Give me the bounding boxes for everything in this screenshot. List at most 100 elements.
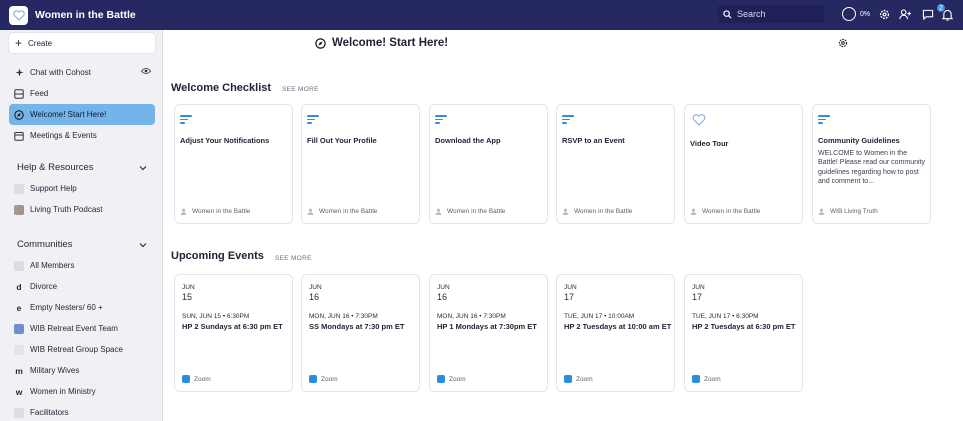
- event-card[interactable]: JUN 17 TUE, JUN 17 • 6:30PM HP 2 Tuesday…: [684, 274, 803, 392]
- main-content: Welcome! Start Here! Welcome Checklist S…: [163, 30, 963, 421]
- zoom-icon: [564, 375, 572, 383]
- sidebar-item-support-help[interactable]: Support Help: [9, 178, 155, 199]
- card-author-name: Women in the Battle: [574, 208, 633, 215]
- event-day: 15: [182, 292, 193, 302]
- zoom-icon: [309, 375, 317, 383]
- card-author: Women in the Battle: [435, 208, 505, 215]
- event-day: 17: [692, 292, 703, 302]
- sidebar-item-living-truth-podcast[interactable]: Living Truth Podcast: [9, 199, 155, 220]
- community-logo[interactable]: [9, 5, 28, 25]
- sidebar-item-welcome[interactable]: Welcome! Start Here!: [9, 104, 155, 125]
- person-icon: [562, 208, 569, 215]
- sidebar-item-label: Facilitators: [30, 408, 69, 417]
- create-button[interactable]: + Create: [9, 33, 155, 53]
- top-bar: Women in the Battle Search 0% 2: [0, 0, 963, 30]
- eye-icon[interactable]: [140, 67, 152, 77]
- event-card[interactable]: JUN 17 TUE, JUN 17 • 10:00AM HP 2 Tuesda…: [556, 274, 675, 392]
- help-resources-header[interactable]: Help & Resources: [17, 162, 147, 173]
- sidebar-item-wib-retreat-group-space[interactable]: WIB Retreat Group Space: [9, 339, 155, 360]
- page-header: Welcome! Start Here!: [315, 37, 448, 49]
- event-location: Zoom: [437, 375, 466, 383]
- messages-button[interactable]: [920, 7, 935, 22]
- card-author: Women in the Battle: [180, 208, 250, 215]
- sidebar-item-wib-retreat-event-team[interactable]: WIB Retreat Event Team: [9, 318, 155, 339]
- event-location-label: Zoom: [321, 375, 338, 383]
- sidebar-item-label: Chat with Cohost: [30, 68, 91, 77]
- zoom-icon: [437, 375, 445, 383]
- page-title: Welcome! Start Here!: [332, 37, 449, 49]
- community-name[interactable]: Women in the Battle: [35, 9, 136, 21]
- checklist-card[interactable]: Fill Out Your Profile Women in the Battl…: [301, 104, 420, 224]
- space-settings-button[interactable]: [838, 38, 848, 50]
- person-icon: [180, 208, 187, 215]
- group-space-thumbnail-icon: [14, 344, 24, 355]
- sidebar-item-all-members[interactable]: All Members: [9, 255, 155, 276]
- checklist-card[interactable]: Adjust Your Notifications Women in the B…: [174, 104, 293, 224]
- person-icon: [690, 208, 697, 215]
- notifications-button[interactable]: [940, 7, 955, 22]
- card-author: WIB Living Truth: [818, 208, 878, 215]
- event-title: HP 2 Tuesdays at 10:00 am ET: [564, 322, 672, 331]
- add-member-button[interactable]: [898, 7, 913, 22]
- sidebar-item-military-wives[interactable]: m Military Wives: [9, 360, 155, 381]
- event-month: JUN: [309, 284, 322, 291]
- card-author: Women in the Battle: [307, 208, 377, 215]
- sidebar-item-empty-nesters[interactable]: e Empty Nesters/ 60 +: [9, 297, 155, 318]
- sparkle-icon: [14, 68, 24, 78]
- event-title: SS Mondays at 7:30 pm ET: [309, 322, 405, 331]
- event-card[interactable]: JUN 15 SUN, JUN 15 • 6:30PM HP 2 Sundays…: [174, 274, 293, 392]
- sidebar-item-facilitators[interactable]: Facilitators: [9, 402, 155, 421]
- event-title: HP 2 Sundays at 6:30 pm ET: [182, 322, 283, 331]
- card-author-name: Women in the Battle: [702, 208, 761, 215]
- sidebar-item-label: Feed: [30, 89, 49, 98]
- document-icon: [818, 115, 830, 124]
- sidebar-item-label: Empty Nesters/ 60 +: [30, 303, 103, 312]
- zoom-icon: [182, 375, 190, 383]
- document-icon: [562, 115, 574, 124]
- onboarding-progress[interactable]: 0%: [842, 7, 870, 21]
- event-datetime: SUN, JUN 15 • 6:30PM: [182, 313, 250, 320]
- checklist-card[interactable]: RSVP to an Event Women in the Battle: [556, 104, 675, 224]
- chevron-down-icon: [139, 165, 147, 170]
- event-location-label: Zoom: [576, 375, 593, 383]
- document-icon: [180, 115, 192, 124]
- bell-icon: [942, 9, 953, 21]
- event-card[interactable]: JUN 16 MON, JUN 16 • 7:30PM HP 1 Mondays…: [429, 274, 548, 392]
- document-icon: [307, 115, 319, 124]
- checklist-card[interactable]: Download the App Women in the Battle: [429, 104, 548, 224]
- event-month: JUN: [564, 284, 577, 291]
- event-month: JUN: [437, 284, 450, 291]
- compass-icon: [315, 37, 326, 49]
- sidebar-item-chat-with-cohost[interactable]: Chat with Cohost: [9, 62, 155, 83]
- checklist-card[interactable]: Video Tour Women in the Battle: [684, 104, 803, 224]
- settings-button[interactable]: [877, 7, 892, 22]
- letter-e-icon: e: [16, 302, 22, 313]
- event-card[interactable]: JUN 16 MON, JUN 16 • 7:30PM SS Mondays a…: [301, 274, 420, 392]
- card-title: Video Tour: [690, 139, 729, 148]
- support-thumbnail-icon: [14, 183, 24, 194]
- checklist-card[interactable]: Community Guidelines WELCOME to Women in…: [812, 104, 931, 224]
- communities-header[interactable]: Communities: [17, 239, 147, 250]
- event-day: 16: [309, 292, 320, 302]
- card-title: Download the App: [435, 136, 501, 145]
- sidebar-item-women-in-ministry[interactable]: w Women in Ministry: [9, 381, 155, 402]
- event-team-thumbnail-icon: [14, 323, 24, 334]
- event-datetime: MON, JUN 16 • 7:30PM: [309, 313, 378, 320]
- sidebar-item-divorce[interactable]: d Divorce: [9, 276, 155, 297]
- event-datetime: MON, JUN 16 • 7:30PM: [437, 313, 506, 320]
- checklist-see-more-link[interactable]: SEE MORE: [282, 86, 319, 93]
- sidebar-item-label: WIB Retreat Group Space: [30, 345, 123, 354]
- event-location: Zoom: [564, 375, 593, 383]
- search-input[interactable]: Search: [718, 5, 824, 23]
- checklist-title: Welcome Checklist: [171, 82, 272, 94]
- sidebar-item-label: Women in Ministry: [30, 387, 96, 396]
- sidebar-item-meetings-events[interactable]: Meetings & Events: [9, 125, 155, 146]
- event-location-label: Zoom: [194, 375, 211, 383]
- event-title: HP 1 Mondays at 7:30pm ET: [437, 322, 537, 331]
- add-user-icon: [899, 9, 911, 20]
- sidebar-item-feed[interactable]: Feed: [9, 83, 155, 104]
- sidebar-item-label: Support Help: [30, 184, 77, 193]
- events-see-more-link[interactable]: SEE MORE: [275, 255, 312, 262]
- search-placeholder: Search: [737, 9, 766, 19]
- zoom-icon: [692, 375, 700, 383]
